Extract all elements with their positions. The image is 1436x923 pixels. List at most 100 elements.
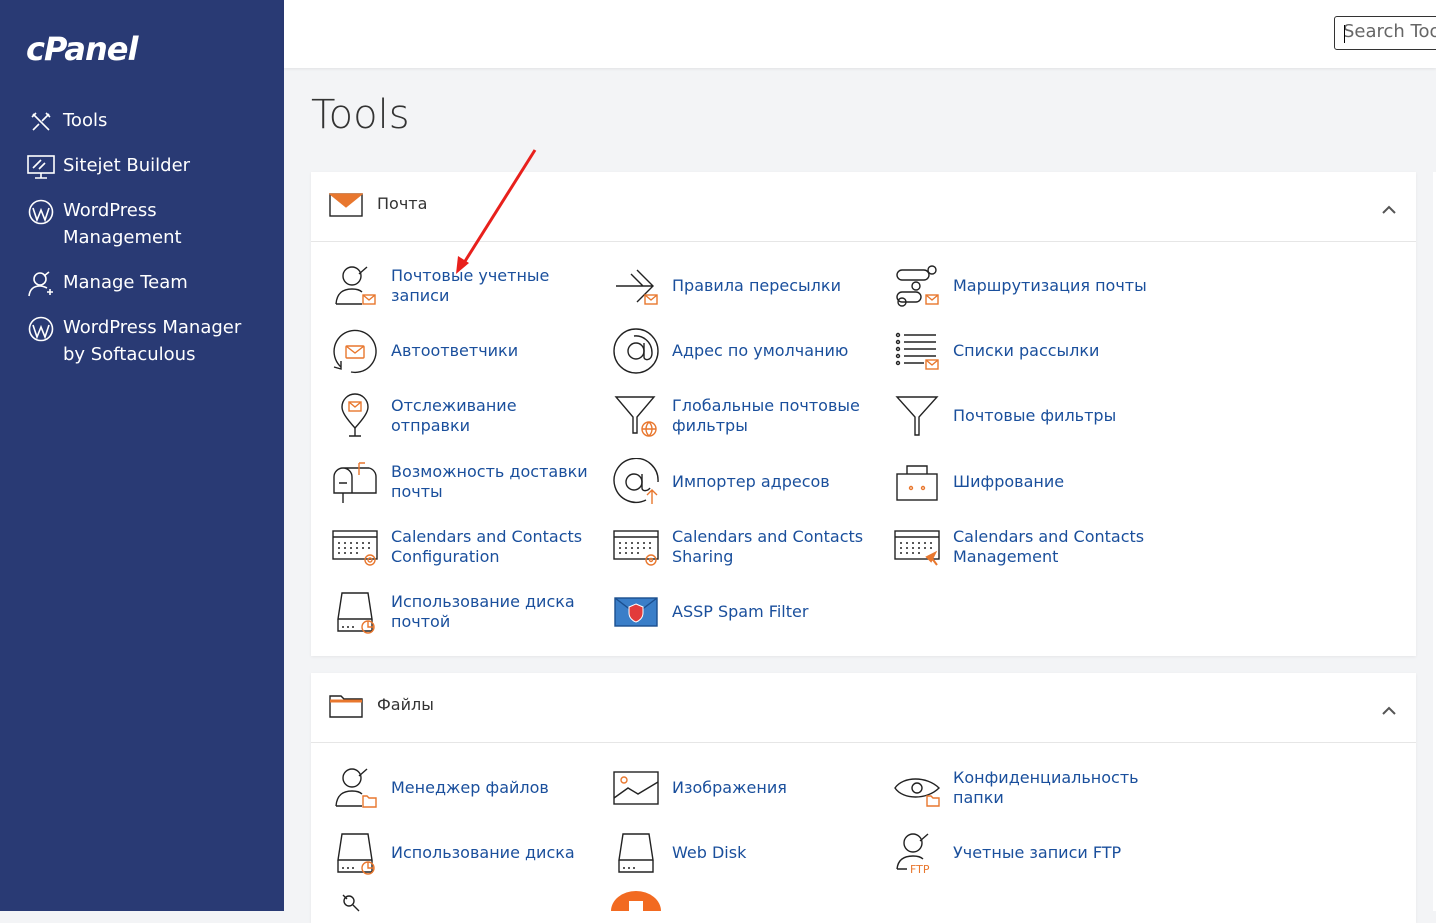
tool-label: Правила пересылки (672, 276, 841, 295)
mailing-lists-icon (891, 325, 943, 377)
chevron-up-icon[interactable] (1382, 199, 1396, 218)
sidebar-item-manage-team[interactable]: Manage Team (26, 269, 188, 299)
tool-label: Отслеживание отправки (391, 396, 517, 435)
chevron-up-icon[interactable] (1382, 700, 1396, 719)
tool-images[interactable]: Изображения (610, 762, 872, 814)
wordpress-icon (26, 197, 56, 227)
sitejet-icon (26, 152, 56, 182)
forwarders-icon (610, 260, 662, 312)
tool-label: Маршрутизация почты (953, 276, 1147, 295)
tool-label: Calendars and Contacts Sharing (672, 527, 864, 566)
web-disk-icon (610, 827, 662, 879)
calendar-sharing-icon (610, 521, 662, 573)
global-filters-icon (610, 390, 662, 442)
tool-label: Глобальные почтовые фильтры (672, 396, 860, 435)
sidebar-item-wordpress-management[interactable]: WordPress Management (26, 197, 226, 251)
email-section: Почта Почтовые учетные записи Правила пе… (311, 172, 1416, 656)
tool-label: ASSP Spam Filter (672, 602, 809, 621)
wordpress-icon (26, 314, 56, 344)
tool-label: Списки рассылки (953, 341, 1100, 360)
sidebar-item-wordpress-manager-softaculous[interactable]: WordPress Manager by Softaculous (26, 314, 266, 368)
search-input[interactable]: Search Tools (1334, 16, 1436, 50)
images-icon (610, 762, 662, 814)
sidebar-item-label: Manage Team (63, 272, 188, 293)
files-section: Файлы Менеджер файлов Изображения Конфид… (311, 673, 1416, 923)
tool-label: Учетные записи FTP (953, 843, 1122, 862)
folder-icon (329, 693, 363, 723)
page-title: Tools (311, 92, 410, 138)
top-bar (284, 0, 1436, 68)
default-address-icon (610, 325, 662, 377)
tool-label: Использование диска почтой (391, 592, 575, 631)
tool-directory-privacy[interactable]: Конфиденциальность папки (891, 762, 1153, 814)
tool-mailing-lists[interactable]: Списки рассылки (891, 325, 1153, 377)
sidebar-item-label: WordPress Management (63, 200, 182, 248)
tool-file-manager[interactable]: Менеджер файлов (329, 762, 591, 814)
email-accounts-icon (329, 260, 381, 312)
tool-label: Возможность доставки почты (391, 462, 588, 501)
directory-privacy-icon (891, 762, 943, 814)
deliverability-icon (329, 456, 381, 508)
tool-email-accounts[interactable]: Почтовые учетные записи (329, 260, 591, 312)
sidebar: cPanel Tools Sitejet Builder WordPress M… (0, 0, 284, 911)
tool-email-routing[interactable]: Маршрутизация почты (891, 260, 1153, 312)
address-importer-icon (610, 456, 662, 508)
tool-track-delivery[interactable]: Отслеживание отправки (329, 390, 591, 442)
tool-forwarders[interactable]: Правила пересылки (610, 260, 872, 312)
tool-default-address[interactable]: Адрес по умолчанию (610, 325, 872, 377)
sidebar-item-label: WordPress Manager by Softaculous (63, 317, 242, 365)
calendar-management-icon (891, 521, 943, 573)
tool-calendars-contacts-sharing[interactable]: Calendars and Contacts Sharing (610, 521, 872, 573)
envelope-icon (328, 192, 364, 222)
tool-label: Шифрование (953, 472, 1065, 491)
tool-encryption[interactable]: Шифрование (891, 456, 1153, 508)
cpanel-logo[interactable]: cPanel (26, 30, 138, 68)
email-filters-icon (891, 390, 943, 442)
encryption-icon (891, 456, 943, 508)
sidebar-item-label: Sitejet Builder (63, 155, 191, 176)
email-routing-icon (891, 260, 943, 312)
email-disk-usage-icon (329, 586, 381, 638)
tool-ftp-accounts[interactable]: FTP Учетные записи FTP (891, 827, 1153, 879)
tool-web-disk[interactable]: Web Disk (610, 827, 872, 879)
section-header[interactable]: Почта (311, 172, 1416, 242)
tool-label: Web Disk (672, 843, 747, 862)
sidebar-item-sitejet[interactable]: Sitejet Builder (26, 152, 190, 182)
section-title: Файлы (377, 695, 434, 714)
tool-email-disk-usage[interactable]: Использование диска почтой (329, 586, 591, 638)
tool-assp-spam-filter[interactable]: ASSP Spam Filter (610, 586, 872, 638)
tool-label: Использование диска (391, 843, 575, 862)
partial-tool-icon[interactable] (341, 893, 371, 917)
calendar-config-icon (329, 521, 381, 573)
tool-address-importer[interactable]: Импортер адресов (610, 456, 872, 508)
tool-calendars-contacts-management[interactable]: Calendars and Contacts Management (891, 521, 1153, 573)
team-icon (26, 269, 56, 299)
tool-label: Почтовые фильтры (953, 406, 1117, 425)
section-header[interactable]: Файлы (311, 673, 1416, 743)
tool-label: Почтовые учетные записи (391, 266, 550, 305)
section-title: Почта (377, 194, 428, 213)
tool-label: Конфиденциальность папки (953, 768, 1139, 807)
assp-spam-filter-icon (610, 586, 662, 638)
tool-label: Автоответчики (391, 341, 519, 360)
tool-disk-usage[interactable]: Использование диска (329, 827, 591, 879)
tool-email-deliverability[interactable]: Возможность доставки почты (329, 456, 591, 508)
tool-label: Изображения (672, 778, 787, 797)
ftp-accounts-icon: FTP (891, 827, 943, 879)
tools-icon (26, 107, 56, 137)
tool-calendars-contacts-configuration[interactable]: Calendars and Contacts Configuration (329, 521, 591, 573)
sidebar-item-tools[interactable]: Tools (26, 107, 107, 137)
tool-label: Calendars and Contacts Configuration (391, 527, 583, 566)
tool-label: Адрес по умолчанию (672, 341, 849, 360)
file-manager-icon (329, 762, 381, 814)
tool-global-email-filters[interactable]: Глобальные почтовые фильтры (610, 390, 872, 442)
svg-text:FTP: FTP (910, 863, 930, 875)
tool-label: Менеджер файлов (391, 778, 549, 797)
tool-autoresponders[interactable]: Автоответчики (329, 325, 591, 377)
partial-tool-icon[interactable] (611, 891, 661, 915)
tool-email-filters[interactable]: Почтовые фильтры (891, 390, 1153, 442)
autoresponders-icon (329, 325, 381, 377)
tool-label: Импортер адресов (672, 472, 830, 491)
tool-label: Calendars and Contacts Management (953, 527, 1145, 566)
sidebar-item-label: Tools (63, 110, 108, 131)
